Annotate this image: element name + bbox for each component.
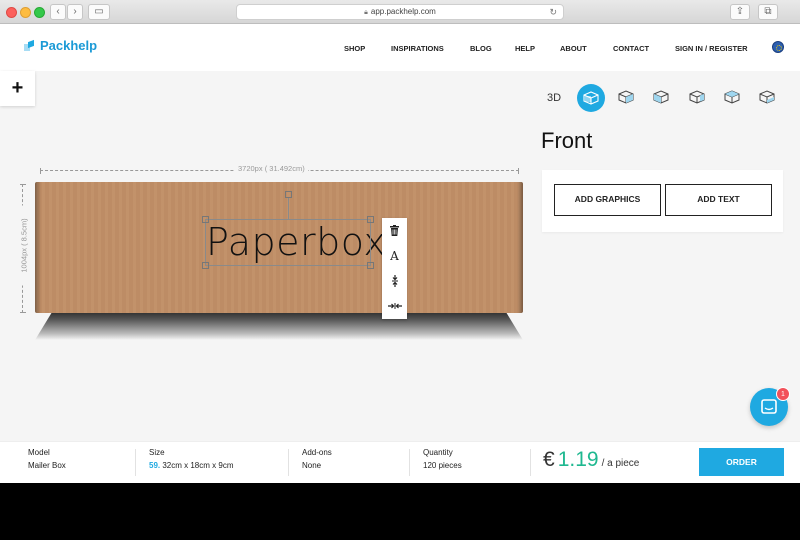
add-element-button[interactable]: + (0, 71, 35, 106)
resize-handle-bottom-left[interactable] (202, 262, 209, 269)
delete-icon[interactable] (382, 220, 407, 242)
selection-box (205, 219, 371, 266)
close-window-button[interactable] (6, 7, 17, 18)
resize-handle-bottom-right[interactable] (367, 262, 374, 269)
add-graphics-button[interactable]: ADD GRAPHICS (554, 184, 661, 216)
logo-icon (24, 41, 34, 51)
vertical-arrows-glyph (391, 275, 398, 287)
share-icon[interactable]: ⇪ (730, 4, 750, 20)
size-field[interactable]: Size 59. 32cm x 18cm x 9cm (149, 448, 233, 470)
view-back-button[interactable] (617, 88, 635, 106)
reload-icon[interactable]: ↻ (549, 5, 557, 19)
align-horizontal-icon[interactable] (382, 295, 407, 317)
view-top-button[interactable] (723, 88, 741, 106)
divider (409, 449, 410, 476)
font-icon[interactable]: A (382, 245, 407, 267)
trash-glyph (390, 225, 399, 236)
quantity-field[interactable]: Quantity 120 pieces (423, 448, 462, 470)
add-text-button[interactable]: ADD TEXT (665, 184, 772, 216)
back-button[interactable]: ‹ (50, 4, 66, 20)
view-3d-label[interactable]: 3D (547, 92, 561, 104)
divider (530, 449, 531, 476)
nav-blog[interactable]: BLOG (470, 44, 492, 53)
model-value: Mailer Box (28, 461, 66, 470)
language-flag-icon[interactable] (772, 41, 784, 53)
addons-label: Add-ons (302, 448, 332, 457)
url-text: app.packhelp.com (370, 7, 436, 16)
browser-toolbar: ‹ › ▭ 🔒︎ app.packhelp.com ↻ ⇪ ⧉ (0, 0, 800, 24)
nav-shop[interactable]: SHOP (344, 44, 365, 53)
quantity-label: Quantity (423, 448, 453, 457)
quantity-value: 120 pieces (423, 461, 462, 470)
size-label: Size (149, 448, 165, 457)
chat-unread-badge: 1 (776, 387, 790, 401)
forward-button[interactable]: › (67, 4, 83, 20)
divider (135, 449, 136, 476)
box-right-icon (689, 90, 705, 104)
rotate-handle[interactable] (285, 191, 292, 198)
resize-handle-top-right[interactable] (367, 216, 374, 223)
logo-text: Packhelp (40, 38, 98, 53)
view-front-button[interactable] (577, 84, 605, 112)
box-bottom-icon (759, 90, 775, 104)
sidebar-toggle-icon[interactable]: ▭ (88, 4, 110, 20)
box-left-icon (653, 90, 669, 104)
width-dimension-label: 3720px ( 31.492cm) (235, 164, 308, 173)
per-piece-label: / a piece (601, 458, 640, 469)
tabs-overview-icon[interactable]: ⧉ (758, 4, 778, 20)
box-front-icon (583, 91, 599, 105)
order-summary-bar: Model Mailer Box Size 59. 32cm x 18cm x … (0, 441, 800, 483)
resize-handle-top-left[interactable] (202, 216, 209, 223)
box-back-icon (618, 90, 634, 104)
size-value: 32cm x 18cm x 9cm (160, 461, 234, 470)
view-right-button[interactable] (688, 88, 706, 106)
side-title: Front (541, 128, 593, 153)
unit-price: € 1.19 / a piece (543, 448, 639, 472)
text-tool-panel: A (382, 218, 407, 319)
addons-field[interactable]: Add-ons None (302, 448, 332, 470)
currency-symbol: € (543, 448, 555, 471)
addons-value: None (302, 461, 322, 470)
divider (288, 449, 289, 476)
box-left-edge (35, 182, 41, 313)
rotate-connector (288, 197, 289, 219)
lock-icon: 🔒︎ (364, 9, 368, 16)
view-left-button[interactable] (652, 88, 670, 106)
nav-help[interactable]: HELP (515, 44, 535, 53)
order-button[interactable]: ORDER (699, 448, 784, 476)
box-right-edge (517, 182, 523, 313)
nav-about[interactable]: ABOUT (560, 44, 587, 53)
zoom-window-button[interactable] (34, 7, 45, 18)
horizontal-arrows-glyph (387, 303, 402, 309)
model-field[interactable]: Model Mailer Box (28, 448, 66, 470)
nav-sign-in[interactable]: SIGN IN / REGISTER (675, 44, 748, 53)
packhelp-logo[interactable]: Packhelp (24, 38, 97, 53)
height-dimension-label: 1004px ( 8.5cm) (19, 205, 29, 286)
price-value: 1.19 (557, 448, 599, 471)
nav-inspirations[interactable]: INSPIRATIONS (391, 44, 444, 53)
size-code: 59. (149, 461, 161, 470)
nav-contact[interactable]: CONTACT (613, 44, 649, 53)
minimize-window-button[interactable] (20, 7, 31, 18)
align-vertical-icon[interactable] (382, 270, 407, 292)
view-bottom-button[interactable] (758, 88, 776, 106)
address-bar[interactable]: 🔒︎ app.packhelp.com ↻ (236, 4, 564, 20)
box-top-icon (724, 90, 740, 104)
model-label: Model (28, 448, 50, 457)
size-value-line: 59. 32cm x 18cm x 9cm (149, 461, 233, 470)
browser-window: ‹ › ▭ 🔒︎ app.packhelp.com ↻ ⇪ ⧉ Packhelp … (0, 0, 800, 483)
